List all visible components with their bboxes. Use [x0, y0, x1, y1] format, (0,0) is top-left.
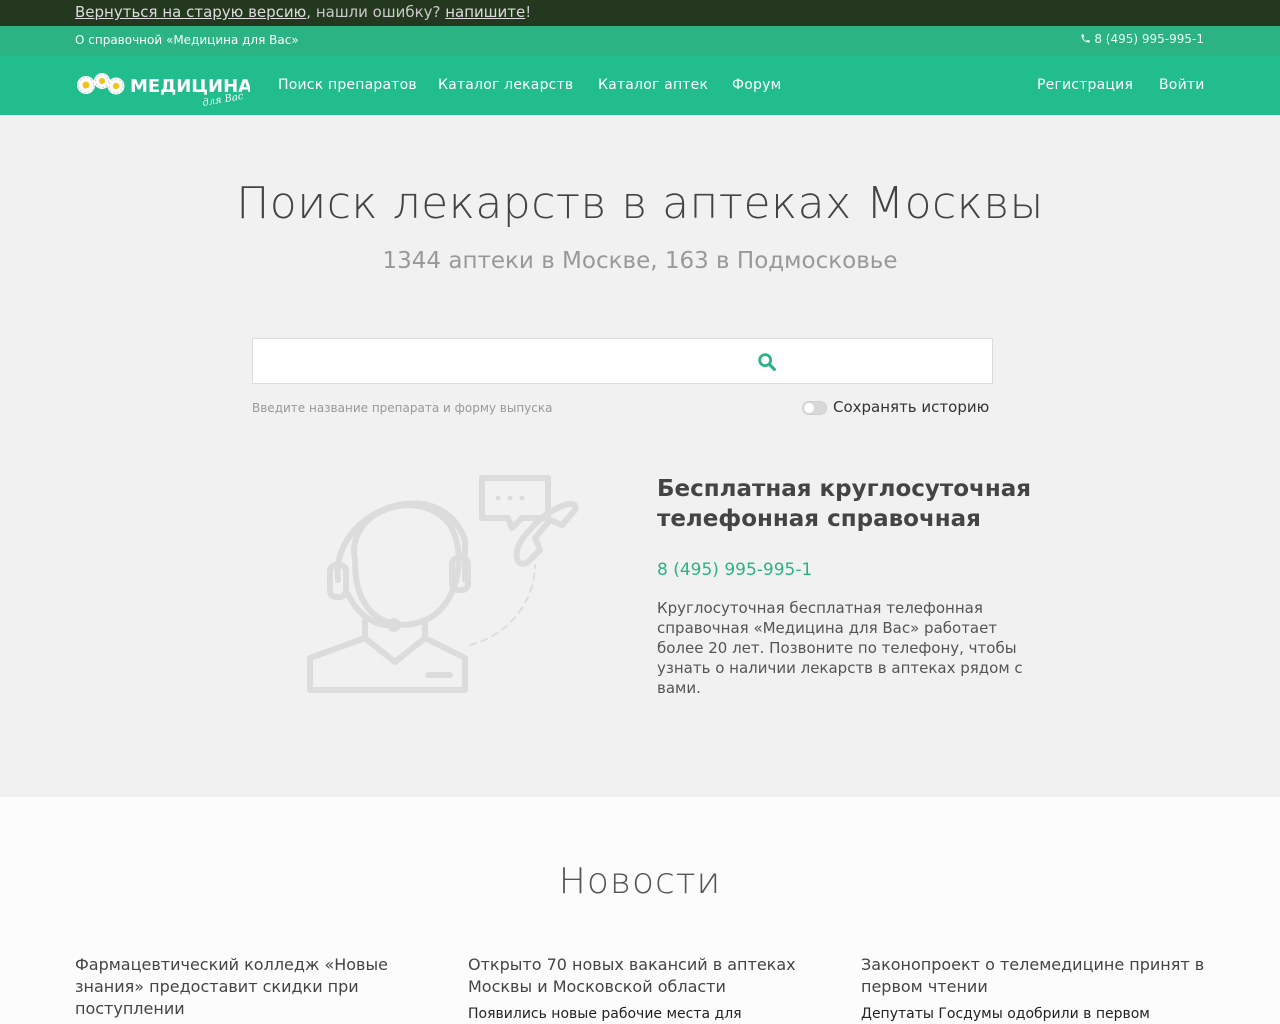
top-notice-bar: Вернуться на старую версию, нашли ошибку…	[0, 0, 1280, 26]
news-snippet: Депутаты Госдумы одобрили в первом	[861, 1006, 1150, 1022]
old-version-link[interactable]: Вернуться на старую версию	[75, 3, 306, 21]
register-link[interactable]: Регистрация	[1037, 77, 1133, 93]
helpline-title: Бесплатная круглосуточная телефонная спр…	[657, 476, 1031, 532]
main-navbar: МЕДИЦИНА для Вас Поиск препаратов Катало…	[0, 56, 1280, 115]
news-item[interactable]: Открыто 70 новых вакансий в аптеках Моск…	[468, 954, 813, 1024]
nav-drug-search[interactable]: Поиск препаратов	[278, 77, 417, 93]
site-logo[interactable]: МЕДИЦИНА для Вас	[75, 68, 250, 108]
news-snippet: Появились новые рабочие места для	[468, 1006, 742, 1022]
news-item[interactable]: Законопроект о телемедицине принят в пер…	[861, 954, 1206, 1024]
search-box	[252, 338, 993, 384]
search-hint: Введите название препарата и форму выпус…	[252, 401, 553, 415]
write-to-us-link[interactable]: напишите	[445, 3, 525, 21]
news-headline[interactable]: Фармацевтический колледж «Новые знания» …	[75, 954, 420, 1020]
news-headline[interactable]: Законопроект о телемедицине принят в пер…	[861, 954, 1206, 998]
phone-icon	[1081, 34, 1090, 43]
nav-forum[interactable]: Форум	[732, 77, 781, 93]
found-error-text: , нашли ошибку?	[306, 3, 446, 21]
news-title: Новости	[558, 861, 722, 902]
news-item[interactable]: Фармацевтический колледж «Новые знания» …	[75, 954, 420, 1024]
save-history-toggle[interactable]	[802, 401, 827, 415]
nav-drug-catalog[interactable]: Каталог лекарств	[438, 77, 573, 93]
pharmacy-count: 1344 аптеки в Москве, 163 в Подмосковье	[382, 248, 898, 274]
helpline-phone[interactable]: 8 (495) 995-995-1	[657, 560, 812, 580]
about-link[interactable]: О справочной «Медицина для Вас»	[75, 33, 299, 47]
save-history-label[interactable]: Сохранять историю	[833, 398, 989, 416]
info-bar: О справочной «Медицина для Вас» 8 (495) …	[0, 26, 1280, 56]
page-title: Поиск лекарств в аптеках Москвы	[236, 178, 1044, 229]
login-link[interactable]: Войти	[1159, 77, 1205, 93]
top-notice: Вернуться на старую версию, нашли ошибку…	[75, 3, 531, 21]
helpline-description: Круглосуточная бесплатная телефонная спр…	[657, 599, 1023, 697]
daisy-logo-icon	[77, 73, 125, 95]
exclaim: !	[525, 3, 532, 21]
operator-illustration	[307, 475, 579, 693]
search-icon[interactable]	[756, 351, 778, 373]
header-phone-number: 8 (495) 995-995-1	[1094, 32, 1204, 46]
header-phone[interactable]: 8 (495) 995-995-1	[1080, 32, 1204, 46]
search-input[interactable]	[253, 339, 992, 383]
toggle-knob	[804, 403, 814, 413]
nav-pharmacy-catalog[interactable]: Каталог аптек	[598, 77, 708, 93]
news-section: Новости Фармацевтический колледж «Новые …	[0, 797, 1280, 1024]
news-headline[interactable]: Открыто 70 новых вакансий в аптеках Моск…	[468, 954, 813, 998]
